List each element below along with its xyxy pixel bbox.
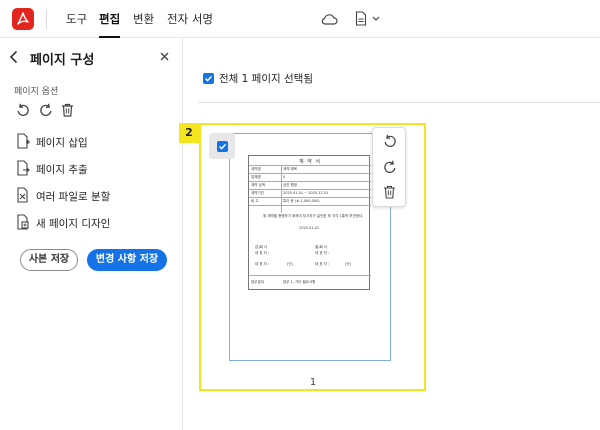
menu-edit[interactable]: 편집	[99, 0, 121, 38]
insert-pages-item[interactable]: 페이지 삽입	[16, 133, 176, 153]
checkmark-icon	[204, 75, 213, 82]
doc-party-b-rep: 대 표 자 :	[315, 251, 330, 255]
doc-row-label: 계약명	[251, 167, 261, 171]
page-badge: 2	[179, 123, 199, 143]
doc-row: 계약명 계약 제목	[249, 165, 371, 173]
menu-tools[interactable]: 도구	[66, 0, 87, 38]
menu-convert[interactable]: 변환	[133, 0, 154, 38]
doc-row: 계약 금액 금인 원정	[249, 181, 371, 189]
insert-pages-label: 페이지 삽입	[36, 137, 88, 149]
doc-party-b-rep-2: 대 표 자 :	[315, 262, 330, 266]
doc-seal-b: (인)	[345, 262, 351, 266]
page-checkbox[interactable]	[217, 141, 228, 152]
doc-seal-a: (인)	[287, 262, 293, 266]
panel-title: 페이지 구성	[30, 53, 95, 68]
rotate-left-icon[interactable]	[16, 103, 30, 117]
doc-table-divider	[281, 165, 282, 213]
doc-row: 계약기간 2025.01.01 ~ 2025.12.31	[249, 189, 371, 197]
chevron-down-icon[interactable]	[372, 16, 380, 22]
page-options-label: 페이지 옵션	[14, 87, 59, 97]
doc-row: 업체명 0	[249, 173, 371, 181]
doc-footer-row: 업무분야 업무 1, 기타 필요사항	[249, 275, 371, 289]
insert-page-icon	[17, 133, 30, 149]
page-checkbox-wrap	[209, 133, 235, 159]
organize-pages-panel: 페이지 구성 페이지 옵션 페이지 삽입 페이지 추출 여러 파일로 분할 새 …	[0, 38, 183, 430]
doc-row-end	[249, 205, 371, 213]
doc-row-value: 금인 원정	[283, 183, 297, 187]
page-action-toolbar	[372, 127, 406, 207]
doc-row-label: 업체명	[251, 175, 261, 179]
doc-party-b: 을)회 사	[315, 245, 328, 249]
content-divider	[198, 102, 600, 103]
acrobat-logo-icon	[17, 12, 29, 25]
rotate-left-icon[interactable]	[383, 134, 397, 148]
doc-row: 비 고 특이 문 (#-1,000,000)	[249, 197, 371, 205]
doc-party-a: 갑)회 사	[255, 245, 268, 249]
doc-party-a-rep-2: 대 표 자 :	[255, 262, 270, 266]
back-arrow-icon[interactable]	[9, 50, 19, 64]
new-page-design-label: 새 페이지 디자인	[36, 218, 111, 230]
select-all-label: 전체 1 페이지 선택됨	[219, 73, 313, 85]
save-changes-button[interactable]: 변경 사항 저장	[87, 249, 167, 271]
doc-footer-label: 업무분야	[251, 280, 264, 284]
page-number: 1	[309, 377, 317, 388]
doc-row-label: 계약기간	[251, 191, 264, 195]
file-menu-icon[interactable]	[355, 11, 367, 26]
trash-icon[interactable]	[383, 185, 396, 199]
toolbar-divider	[46, 9, 47, 29]
select-all-checkbox[interactable]	[203, 73, 214, 84]
cloud-icon[interactable]	[320, 12, 338, 26]
extract-pages-label: 페이지 추출	[36, 164, 88, 176]
doc-title: 계 약 서	[299, 159, 321, 165]
acrobat-logo[interactable]	[12, 8, 34, 30]
extract-pages-item[interactable]: 페이지 추출	[16, 160, 176, 180]
save-copy-button[interactable]: 사본 저장	[20, 249, 78, 271]
trash-icon[interactable]	[61, 103, 74, 117]
doc-date: 2025.01.01	[299, 226, 320, 230]
new-page-design-item[interactable]: 새 페이지 디자인	[16, 214, 176, 234]
doc-row-label: 계약 금액	[251, 183, 265, 187]
rotate-right-icon[interactable]	[39, 103, 53, 117]
rotate-right-icon[interactable]	[383, 160, 397, 174]
split-file-icon	[17, 187, 28, 203]
document-preview: 계 약 서 계약명 계약 제목 업체명 0 계약 금액 금인 원정 계약기간 2…	[248, 155, 371, 290]
close-icon	[160, 52, 169, 61]
split-files-label: 여러 파일로 분할	[36, 191, 111, 203]
new-page-design-icon	[17, 214, 29, 230]
split-files-item[interactable]: 여러 파일로 분할	[16, 187, 176, 207]
close-panel-button[interactable]	[160, 49, 169, 65]
doc-party-a-rep: 대 표 자 :	[255, 251, 270, 255]
doc-footer-value: 업무 1, 기타 필요사항	[283, 280, 316, 284]
doc-row-value: 계약 제목	[283, 167, 297, 171]
menu-e-sign[interactable]: 전자 서명	[167, 0, 213, 38]
doc-body-text: 위 계약을 증명하기 위하여 당사자가 날인한 후 각각 1통씩 보관한다.	[263, 214, 364, 218]
doc-row-value: 0	[283, 175, 286, 179]
extract-page-icon	[17, 160, 30, 176]
doc-row-label: 비 고	[251, 199, 259, 203]
doc-row-value: 특이 문 (#-1,000,000)	[283, 199, 320, 203]
checkmark-icon	[218, 143, 227, 150]
top-bar: 도구 편집 변환 전자 서명	[0, 0, 600, 38]
doc-row-value: 2025.01.01 ~ 2025.12.31	[283, 191, 329, 195]
